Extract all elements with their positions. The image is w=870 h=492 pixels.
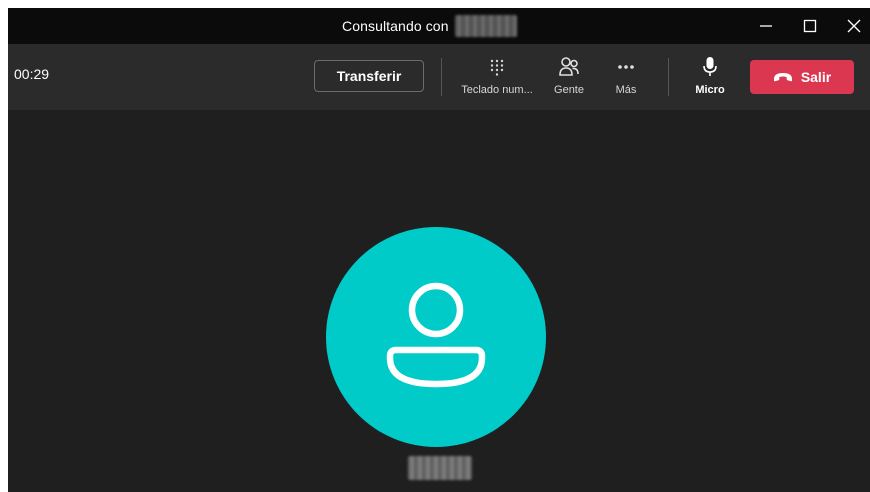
- close-icon: [847, 19, 861, 33]
- leave-call-label: Salir: [800, 69, 832, 85]
- call-window: Consultando con 00:29 Transferir Teclado…: [8, 8, 870, 492]
- toolbar-divider: [441, 58, 442, 96]
- minimize-icon: [760, 25, 772, 27]
- dialpad-label: Teclado num...: [461, 84, 533, 96]
- people-icon: [558, 54, 580, 80]
- call-toolbar: 00:29 Transferir Teclado num... Gente Má…: [8, 44, 870, 110]
- microphone-icon: [702, 54, 718, 80]
- more-icon: [617, 54, 635, 80]
- window-title: Consultando con: [342, 18, 449, 34]
- redacted-caller-name: [408, 456, 472, 480]
- window-title-group: Consultando con: [342, 8, 517, 44]
- title-bar: Consultando con: [8, 8, 870, 44]
- person-icon: [386, 282, 486, 388]
- people-label: Gente: [554, 84, 584, 96]
- maximize-button[interactable]: [790, 8, 830, 44]
- hang-up-icon: [773, 73, 792, 82]
- close-button[interactable]: [834, 8, 870, 44]
- leave-call-button[interactable]: Salir: [750, 60, 854, 94]
- transfer-button[interactable]: Transferir: [314, 60, 424, 92]
- toolbar-divider: [668, 58, 669, 96]
- call-timer: 00:29: [14, 66, 50, 82]
- microphone-label: Micro: [695, 84, 725, 96]
- call-stage: [8, 110, 870, 492]
- minimize-button[interactable]: [746, 8, 786, 44]
- redacted-contact-name: [454, 15, 517, 37]
- dialpad-button[interactable]: Teclado num...: [457, 54, 537, 106]
- people-button[interactable]: Gente: [545, 54, 593, 106]
- caller-avatar: [326, 227, 546, 447]
- more-label: Más: [615, 84, 637, 96]
- microphone-button[interactable]: Micro: [688, 54, 732, 106]
- dialpad-icon: [489, 54, 505, 80]
- more-button[interactable]: Más: [606, 54, 646, 106]
- maximize-icon: [803, 19, 817, 33]
